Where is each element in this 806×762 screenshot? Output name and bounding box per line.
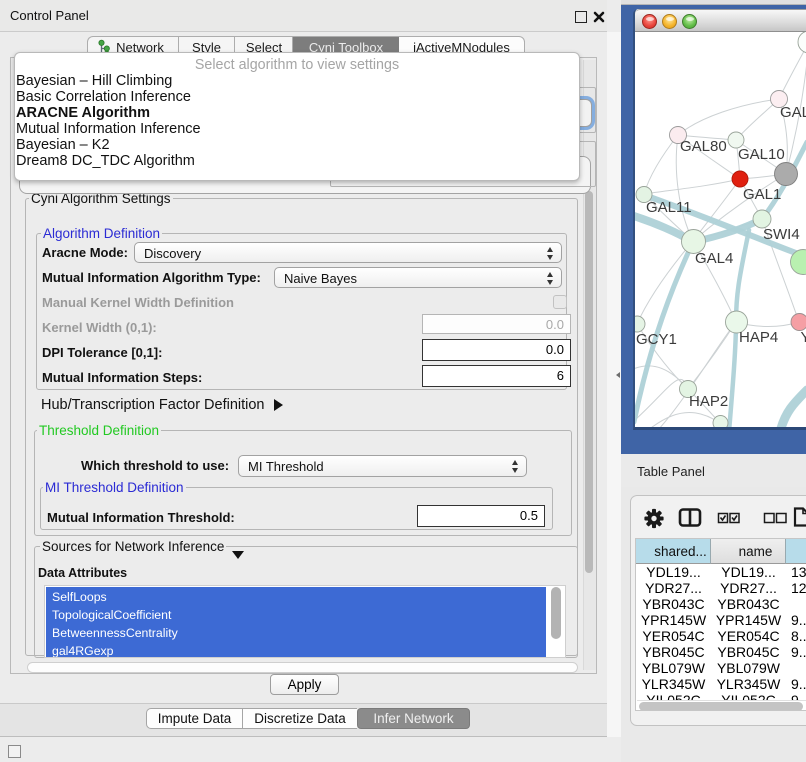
svg-text:GAL11: GAL11 bbox=[646, 199, 692, 216]
svg-text:YJ: YJ bbox=[801, 329, 806, 346]
svg-text:GAL4: GAL4 bbox=[695, 250, 733, 267]
svg-text:GCY1: GCY1 bbox=[636, 331, 677, 348]
svg-text:GAL10: GAL10 bbox=[738, 146, 785, 163]
svg-text:GAL7: GAL7 bbox=[780, 104, 806, 121]
svg-text:GAL1: GAL1 bbox=[743, 186, 781, 203]
svg-text:GAL80: GAL80 bbox=[680, 138, 727, 155]
svg-text:HAP4: HAP4 bbox=[739, 329, 778, 346]
svg-text:HAP2: HAP2 bbox=[689, 393, 728, 410]
svg-text:SWI4: SWI4 bbox=[763, 226, 800, 243]
